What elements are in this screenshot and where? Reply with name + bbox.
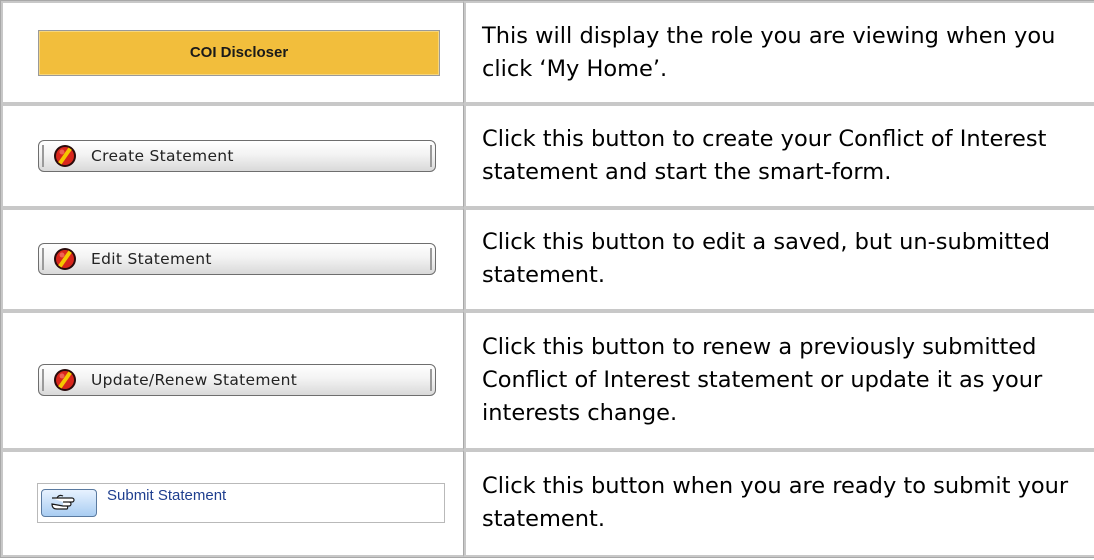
control-cell: Create Statement [1, 104, 464, 208]
pointing-hand-icon [49, 491, 89, 515]
control-cell: Edit Statement [1, 207, 464, 312]
no-entry-icon [53, 144, 77, 168]
description-cell: Click this button when you are ready to … [464, 449, 1094, 557]
description-cell: Click this button to edit a saved, but u… [464, 207, 1094, 312]
submit-statement-link[interactable]: Submit Statement [107, 487, 226, 504]
description-cell: Click this button to create your Conflic… [464, 104, 1094, 208]
table-row: Edit Statement Click this button to edit… [1, 207, 1094, 312]
description-cell: This will display the role you are viewi… [464, 1, 1094, 105]
description-cell: Click this button to renew a previously … [464, 311, 1094, 450]
submit-statement-button[interactable] [41, 489, 97, 518]
role-banner[interactable]: COI Discloser [38, 29, 440, 76]
control-cell: COI Discloser [1, 1, 464, 105]
role-banner-label: COI Discloser [189, 44, 289, 62]
table-row: COI Discloser This will display the role… [1, 1, 1094, 105]
button-label: Update/Renew Statement [91, 371, 298, 390]
control-cell: Update/Renew Statement [1, 311, 464, 450]
edit-statement-button[interactable]: Edit Statement [38, 243, 436, 276]
table-row: Submit Statement Click this button when … [1, 449, 1094, 557]
row-description: Click this button to edit a saved, but u… [482, 229, 1050, 289]
table-row: Update/Renew Statement Click this button… [1, 311, 1094, 450]
control-cell: Submit Statement [1, 449, 464, 557]
create-statement-button[interactable]: Create Statement [38, 140, 436, 173]
button-label: Create Statement [91, 147, 234, 166]
button-guide-table: COI Discloser This will display the role… [0, 0, 1094, 558]
no-entry-icon [53, 247, 77, 271]
submit-statement-control: Submit Statement [37, 483, 445, 524]
row-description: This will display the role you are viewi… [482, 22, 1056, 82]
no-entry-icon [53, 368, 77, 392]
table-row: Create Statement Click this button to cr… [1, 104, 1094, 208]
row-description: Click this button to create your Conflic… [482, 126, 1047, 186]
row-description: Click this button to renew a previously … [482, 333, 1043, 426]
button-label: Edit Statement [91, 250, 212, 269]
update-renew-statement-button[interactable]: Update/Renew Statement [38, 364, 436, 397]
row-description: Click this button when you are ready to … [482, 473, 1069, 533]
